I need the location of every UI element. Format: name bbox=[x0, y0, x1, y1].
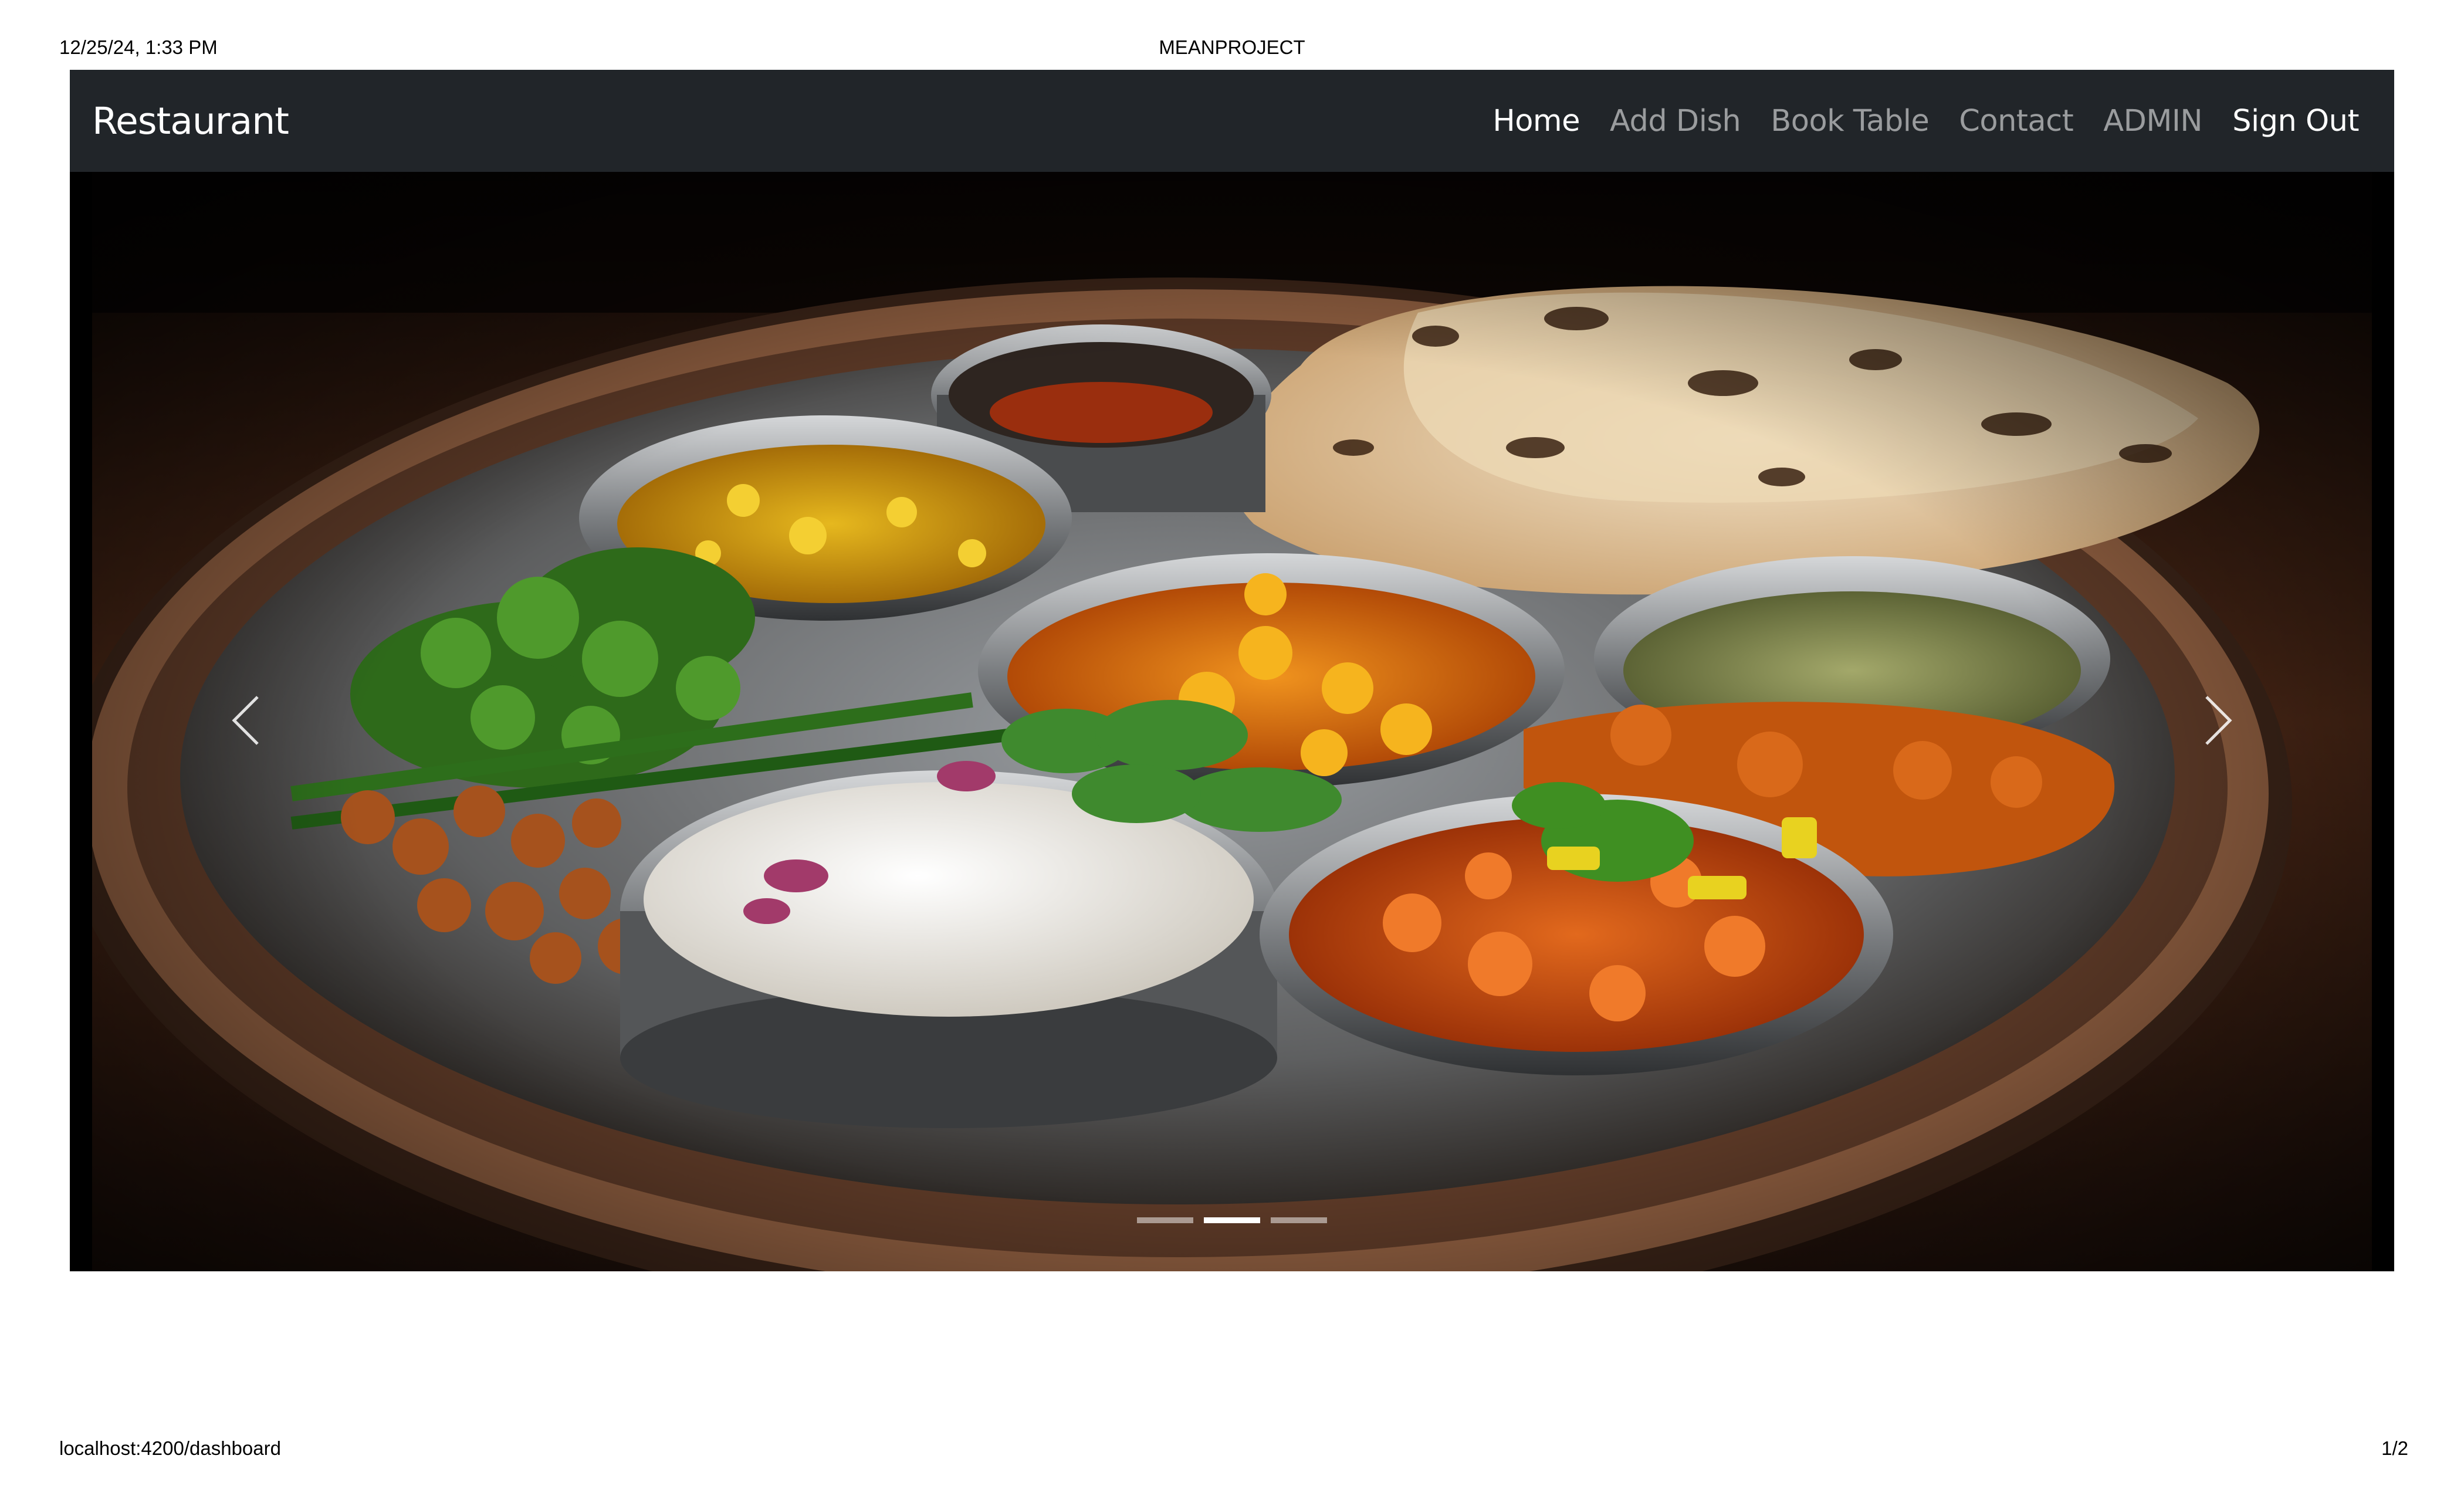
carousel-slide-image bbox=[92, 172, 2372, 1271]
chevron-right-icon bbox=[2201, 694, 2236, 750]
print-title: MEANPROJECT bbox=[1159, 36, 1305, 58]
print-url: localhost:4200/dashboard bbox=[59, 1437, 281, 1459]
carousel-prev-button[interactable] bbox=[158, 172, 334, 1271]
nav-contact[interactable]: Contact bbox=[1959, 104, 2073, 138]
nav-admin[interactable]: ADMIN bbox=[2103, 104, 2202, 138]
carousel-indicator-2[interactable] bbox=[1204, 1217, 1260, 1223]
page-viewport: Restaurant Home Add Dish Book Table Cont… bbox=[70, 70, 2394, 1271]
hero-carousel bbox=[70, 172, 2394, 1271]
nav-add-dish[interactable]: Add Dish bbox=[1610, 104, 1741, 138]
print-footer: localhost:4200/dashboard 1/2 bbox=[0, 1437, 2464, 1461]
chevron-left-icon bbox=[228, 694, 263, 750]
print-page-count: 1/2 bbox=[2381, 1437, 2408, 1459]
carousel-next-button[interactable] bbox=[2130, 172, 2306, 1271]
print-header: 12/25/24, 1:33 PM MEANPROJECT bbox=[0, 36, 2464, 60]
nav-home[interactable]: Home bbox=[1492, 104, 1580, 138]
nav-book-table[interactable]: Book Table bbox=[1771, 104, 1930, 138]
carousel-indicator-1[interactable] bbox=[1137, 1217, 1193, 1223]
navbar: Restaurant Home Add Dish Book Table Cont… bbox=[70, 70, 2394, 172]
carousel-indicator-3[interactable] bbox=[1271, 1217, 1327, 1223]
nav-sign-out[interactable]: Sign Out bbox=[2232, 104, 2359, 138]
carousel-indicators bbox=[70, 1217, 2394, 1223]
brand-logo[interactable]: Restaurant bbox=[92, 100, 289, 143]
nav-links: Home Add Dish Book Table Contact ADMIN S… bbox=[1492, 104, 2359, 138]
